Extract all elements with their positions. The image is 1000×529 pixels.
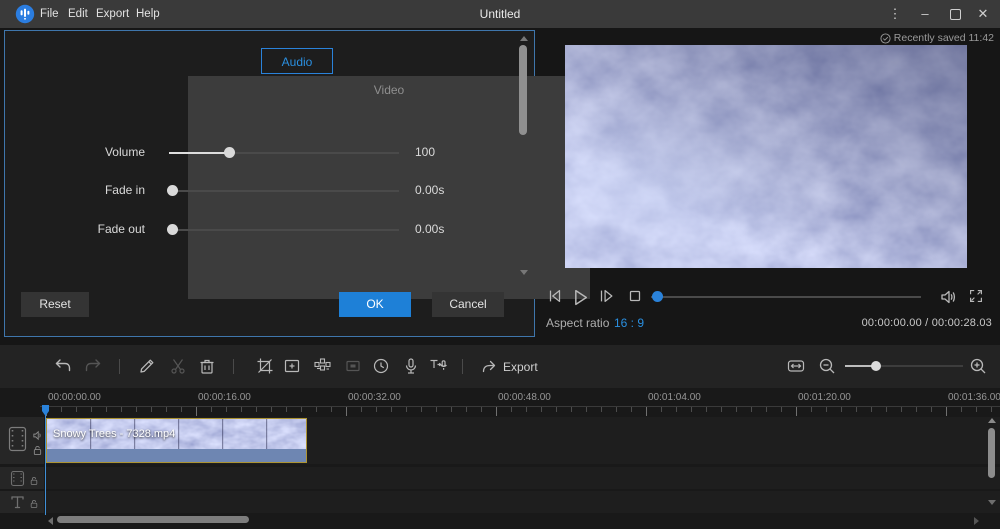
next-frame-button[interactable]	[597, 287, 615, 305]
ruler-label: 00:00:48.00	[498, 392, 551, 403]
fullscreen-icon[interactable]	[967, 287, 985, 305]
cancel-button[interactable]: Cancel	[432, 292, 504, 317]
fade-out-label: Fade out	[45, 222, 145, 236]
text-track-lane[interactable]	[45, 491, 1000, 513]
overlay-track-lane[interactable]	[45, 467, 1000, 489]
aspect-ratio-value[interactable]: 16 : 9	[614, 316, 644, 330]
volume-slider-thumb[interactable]	[224, 147, 235, 158]
panel-scrollbar[interactable]	[519, 45, 527, 135]
redo-icon[interactable]	[83, 356, 103, 376]
export-button[interactable]: Export	[503, 360, 538, 374]
fade-out-value: 0.00s	[415, 222, 444, 236]
crop-icon[interactable]	[255, 356, 275, 376]
timecode-display: 00:00:00.00 / 00:00:28.03	[862, 317, 992, 329]
add-frame-icon[interactable]	[282, 356, 302, 376]
ruler-label: 00:00:32.00	[348, 392, 401, 403]
overlay-track-icon	[10, 470, 25, 487]
cut-scissors-icon[interactable]	[168, 356, 188, 376]
fade-out-slider-thumb[interactable]	[167, 224, 178, 235]
window-title: Untitled	[0, 0, 1000, 28]
play-button[interactable]	[569, 287, 590, 308]
previous-frame-button[interactable]	[546, 287, 564, 305]
ruler-label: 00:01:20.00	[798, 392, 851, 403]
preview-progress-thumb[interactable]	[652, 291, 663, 302]
ruler-label: 00:01:04.00	[648, 392, 701, 403]
zoom-in-icon[interactable]	[968, 356, 988, 376]
freeze-frame-icon[interactable]	[343, 356, 363, 376]
fade-in-slider[interactable]	[169, 190, 399, 192]
toolbar: Export	[0, 345, 1000, 388]
undo-icon[interactable]	[53, 356, 73, 376]
fit-timeline-icon[interactable]	[786, 356, 806, 376]
track-lock-icon[interactable]	[30, 476, 38, 486]
video-track-header	[0, 417, 44, 464]
vertical-scrollbar[interactable]	[988, 428, 995, 478]
zoom-out-icon[interactable]	[817, 356, 837, 376]
fade-in-row: Fade in 0.00s	[5, 183, 534, 203]
audio-settings-panel: Video Audio Volume 100 Fade in 0.00s Fad…	[4, 30, 535, 337]
maximize-icon	[950, 9, 961, 20]
app-window: File Edit Export Help Untitled ⋮ – ✕ Vid…	[0, 0, 1000, 529]
ruler-label: 00:00:16.00	[198, 392, 251, 403]
volume-slider[interactable]	[169, 152, 399, 154]
track-mute-icon[interactable]	[32, 430, 43, 441]
text-track-row	[0, 491, 1000, 513]
preview-progress-bar[interactable]	[651, 296, 921, 298]
delete-trash-icon[interactable]	[197, 356, 217, 376]
volume-label: Volume	[45, 145, 145, 159]
stop-button[interactable]	[626, 287, 644, 305]
horizontal-scrollbar[interactable]	[57, 516, 249, 523]
clip-name: Snowy Trees - 7328.mp4	[53, 428, 175, 440]
hscroll-left-icon[interactable]	[48, 517, 53, 525]
more-options-kebab-icon[interactable]: ⋮	[880, 0, 910, 28]
playhead-line[interactable]	[45, 405, 46, 515]
track-lock-icon[interactable]	[33, 445, 42, 456]
check-circle-icon	[880, 33, 891, 44]
timeline-clip[interactable]: Snowy Trees - 7328.mp4	[46, 418, 307, 463]
export-icon[interactable]	[480, 356, 500, 376]
vscroll-down-icon[interactable]	[988, 500, 996, 505]
track-lock-icon[interactable]	[30, 499, 38, 509]
ruler-label: 00:00:00.00	[48, 392, 101, 403]
voiceover-mic-icon[interactable]	[401, 356, 421, 376]
panel-scroll-up-icon[interactable]	[520, 36, 528, 41]
maximize-button[interactable]	[940, 0, 970, 28]
video-preview[interactable]	[565, 45, 967, 268]
hscroll-right-icon[interactable]	[974, 517, 979, 525]
fade-out-row: Fade out 0.00s	[5, 222, 534, 242]
fade-out-slider[interactable]	[169, 229, 399, 231]
volume-speaker-icon[interactable]	[938, 287, 958, 307]
mosaic-icon[interactable]	[312, 356, 332, 376]
edit-pencil-icon[interactable]	[137, 356, 157, 376]
vscroll-up-icon[interactable]	[988, 418, 996, 423]
text-track-header	[0, 491, 44, 513]
close-button[interactable]: ✕	[968, 0, 998, 28]
volume-value: 100	[415, 145, 435, 159]
reset-button[interactable]: Reset	[21, 292, 89, 317]
tab-audio[interactable]: Audio	[261, 48, 333, 74]
text-track-icon	[10, 494, 25, 510]
timeline: 00:00:00.00 00:00:16.00 00:00:32.00 00:0…	[0, 388, 1000, 529]
save-status: Recently saved 11:42	[880, 31, 994, 45]
text-to-speech-icon[interactable]	[428, 356, 448, 376]
panel-scroll-down-icon[interactable]	[520, 270, 528, 275]
fade-in-slider-thumb[interactable]	[167, 185, 178, 196]
volume-row: Volume 100	[5, 145, 534, 165]
overlay-track-header	[0, 467, 44, 489]
duration-clock-icon[interactable]	[371, 356, 391, 376]
aspect-ratio-label: Aspect ratio	[546, 316, 609, 330]
fade-in-label: Fade in	[45, 183, 145, 197]
fade-in-value: 0.00s	[415, 183, 444, 197]
minimize-button[interactable]: –	[910, 0, 940, 28]
titlebar: File Edit Export Help Untitled ⋮ – ✕	[0, 0, 1000, 28]
timeline-zoom-thumb[interactable]	[871, 361, 881, 371]
video-track-icon	[7, 425, 28, 453]
overlay-track-row	[0, 467, 1000, 489]
ruler-label: 00:01:36.00	[948, 392, 1000, 403]
ok-button[interactable]: OK	[339, 292, 411, 317]
